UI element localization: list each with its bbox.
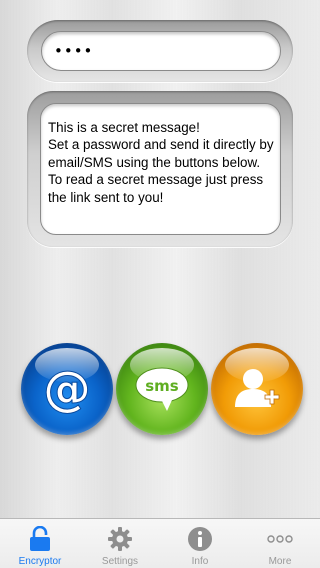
send-sms-button[interactable]: sms xyxy=(116,343,208,435)
tab-more[interactable]: More xyxy=(240,519,320,568)
add-contact-button[interactable] xyxy=(211,343,303,435)
tab-label: Info xyxy=(191,556,209,567)
at-icon: @ xyxy=(43,361,92,418)
send-email-button[interactable]: @ xyxy=(21,343,113,435)
more-icon xyxy=(265,524,295,554)
tab-settings[interactable]: Settings xyxy=(80,519,160,568)
gear-icon xyxy=(105,524,135,554)
info-icon xyxy=(185,524,215,554)
tab-encryptor[interactable]: Encryptor xyxy=(0,519,80,568)
message-textarea[interactable]: This is a secret message! Set a password… xyxy=(40,103,281,235)
tab-label: Encryptor xyxy=(18,556,62,567)
sms-label: sms xyxy=(145,377,179,395)
tab-label: Settings xyxy=(101,556,139,567)
sms-bubble-icon: sms xyxy=(135,367,189,411)
svg-text:@: @ xyxy=(43,361,91,417)
password-input[interactable]: •••• xyxy=(41,31,281,71)
tab-label: More xyxy=(268,556,292,567)
tab-bar: Encryptor Settings Info More xyxy=(0,518,320,568)
lock-icon xyxy=(25,524,55,554)
password-value: •••• xyxy=(54,42,94,60)
add-contact-icon xyxy=(235,369,280,407)
tab-info[interactable]: Info xyxy=(160,519,240,568)
